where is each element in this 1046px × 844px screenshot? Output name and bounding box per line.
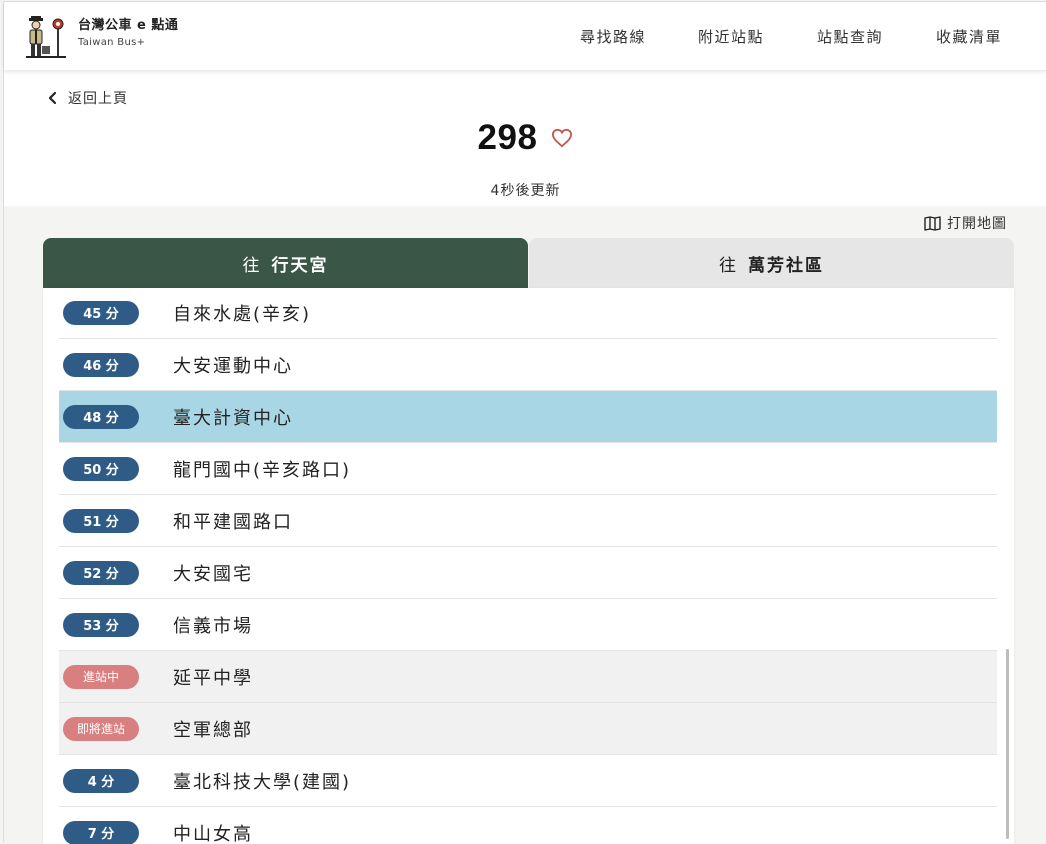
stop-row[interactable]: 46 分 大安運動中心 — [59, 339, 997, 391]
tab-destination: 萬芳社區 — [748, 251, 824, 276]
stop-name: 中山女高 — [173, 820, 253, 844]
map-icon — [924, 216, 941, 231]
tab-prefix: 往 — [243, 251, 262, 276]
brand[interactable]: 台灣公車 e 點通 Taiwan Bus+ — [78, 17, 178, 48]
eta-badge: 52 分 — [63, 561, 139, 585]
stop-name: 信義市場 — [173, 612, 253, 638]
back-button[interactable]: 返回上頁 — [48, 88, 128, 108]
route-title-row: 298 — [4, 118, 1046, 158]
eta-badge: 51 分 — [63, 509, 139, 533]
stop-list[interactable]: 45 分 自來水處(辛亥) 46 分 大安運動中心 48 分 臺大計資中心 50… — [43, 288, 1014, 844]
stop-name: 空軍總部 — [173, 716, 253, 742]
stop-row[interactable]: 4 分 臺北科技大學(建國) — [59, 755, 997, 807]
eta-badge-approaching: 即將進站 — [63, 717, 139, 741]
stop-name: 臺北科技大學(建國) — [173, 768, 351, 794]
stop-row[interactable]: 52 分 大安國宅 — [59, 547, 997, 599]
stop-row-arriving[interactable]: 進站中 延平中學 — [59, 651, 997, 703]
tab-direction-wanfang-community[interactable]: 往 萬芳社區 — [529, 238, 1014, 288]
back-label: 返回上頁 — [68, 88, 128, 108]
nav-nearby-stops[interactable]: 附近站點 — [698, 26, 764, 47]
stop-name: 龍門國中(辛亥路口) — [173, 456, 351, 482]
stop-row[interactable]: 53 分 信義市場 — [59, 599, 997, 651]
nav-favorites[interactable]: 收藏清單 — [936, 26, 1002, 47]
top-header: 台灣公車 e 點通 Taiwan Bus+ 尋找路線 附近站點 站點查詢 收藏清… — [4, 2, 1046, 70]
favorite-button[interactable] — [551, 128, 573, 148]
stop-row[interactable]: 50 分 龍門國中(辛亥路口) — [59, 443, 997, 495]
heart-outline-icon — [551, 128, 573, 148]
app-window: 台灣公車 e 點通 Taiwan Bus+ 尋找路線 附近站點 站點查詢 收藏清… — [3, 1, 1046, 842]
eta-badge: 4 分 — [63, 769, 139, 793]
eta-badge-arriving: 進站中 — [63, 665, 139, 689]
stop-row-approaching[interactable]: 即將進站 空軍總部 — [59, 703, 997, 755]
refresh-countdown: 4秒後更新 — [4, 180, 1046, 200]
stop-name: 和平建國路口 — [173, 508, 293, 534]
eta-badge: 46 分 — [63, 353, 139, 377]
stop-row-highlighted[interactable]: 48 分 臺大計資中心 — [59, 391, 997, 443]
stop-row[interactable]: 45 分 自來水處(辛亥) — [59, 288, 997, 339]
nav-find-route[interactable]: 尋找路線 — [580, 26, 646, 47]
stop-name: 大安運動中心 — [173, 352, 293, 378]
brand-title: 台灣公車 e 點通 — [78, 17, 178, 35]
eta-badge: 53 分 — [63, 613, 139, 637]
bus-driver-logo[interactable] — [26, 16, 70, 58]
map-label: 打開地圖 — [947, 213, 1007, 233]
route-info: 返回上頁 298 4秒後更新 — [4, 70, 1046, 206]
eta-badge: 50 分 — [63, 457, 139, 481]
eta-badge: 7 分 — [63, 821, 139, 844]
open-map-button[interactable]: 打開地圖 — [924, 213, 1007, 233]
eta-badge: 45 分 — [63, 301, 139, 325]
tab-destination: 行天宮 — [272, 251, 329, 276]
stop-row[interactable]: 51 分 和平建國路口 — [59, 495, 997, 547]
stop-row[interactable]: 7 分 中山女高 — [59, 807, 997, 844]
stop-name: 延平中學 — [173, 664, 253, 690]
route-number: 298 — [478, 118, 538, 158]
stop-name: 臺大計資中心 — [173, 404, 293, 430]
stop-name: 大安國宅 — [173, 560, 253, 586]
tab-direction-xingtian-temple[interactable]: 往 行天宮 — [43, 238, 528, 288]
chevron-left-icon — [48, 91, 58, 105]
stop-name: 自來水處(辛亥) — [173, 300, 311, 326]
list-scrollbar[interactable] — [1006, 649, 1009, 839]
nav-stop-search[interactable]: 站點查詢 — [817, 26, 883, 47]
tab-prefix: 往 — [719, 251, 738, 276]
eta-badge: 48 分 — [63, 405, 139, 429]
brand-subtitle: Taiwan Bus+ — [78, 37, 178, 48]
